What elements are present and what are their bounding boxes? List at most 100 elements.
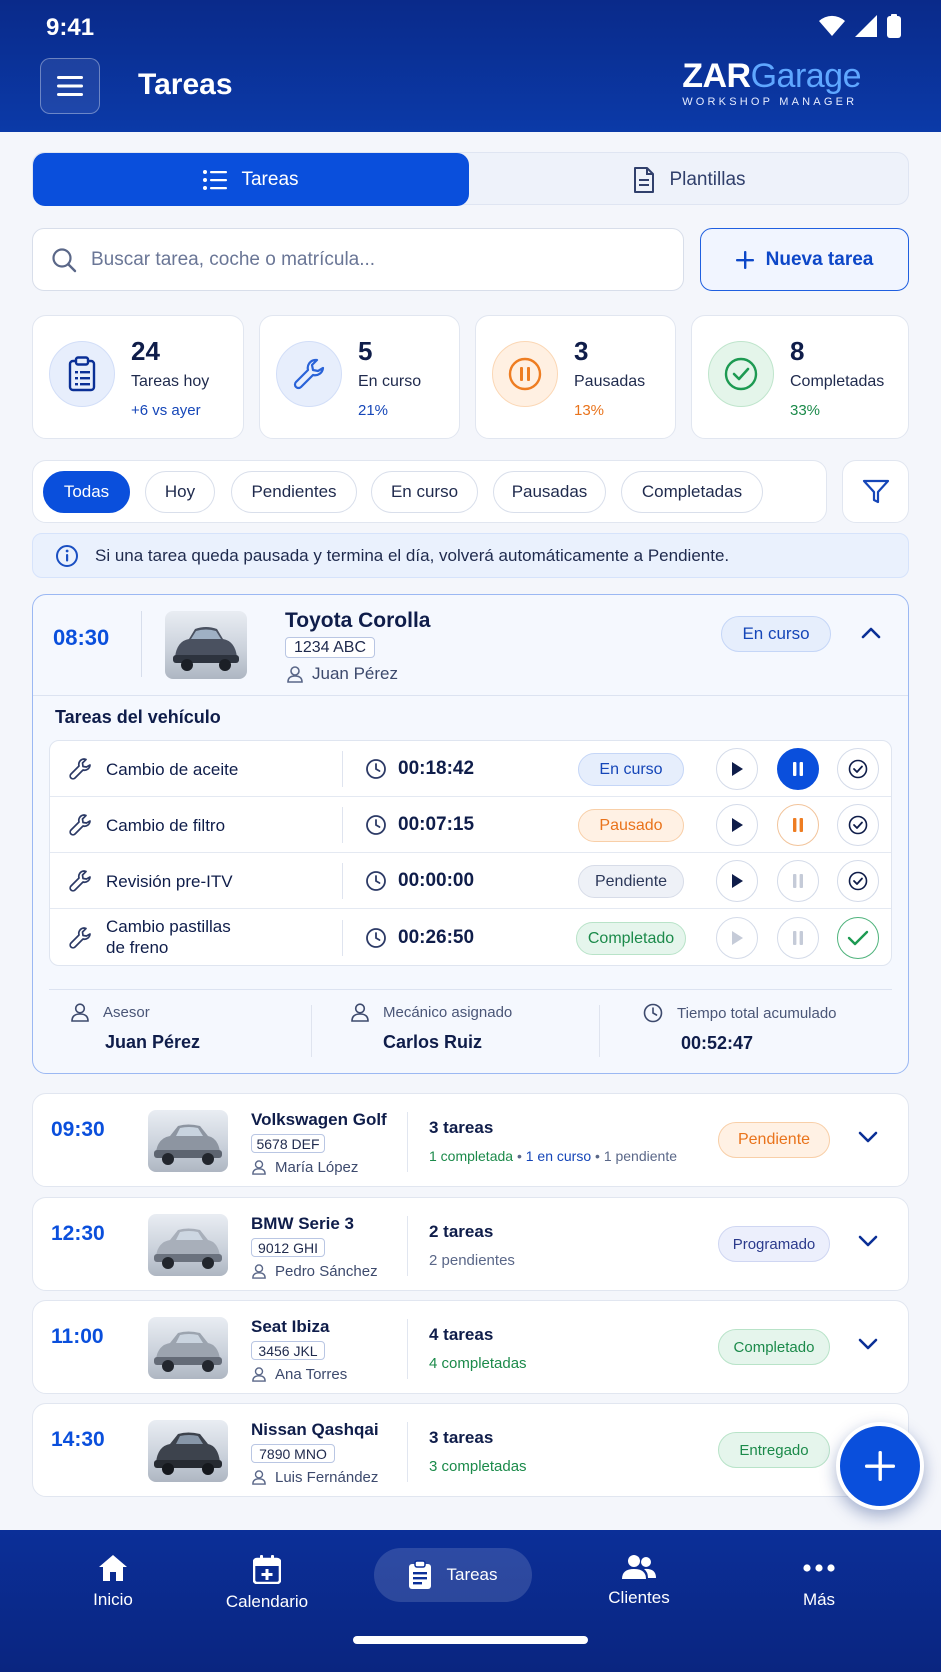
- advisor-label: Asesor: [103, 1004, 150, 1021]
- chip-todas[interactable]: Todas: [43, 471, 130, 513]
- owner-name: Pedro Sánchez: [275, 1263, 378, 1280]
- pause-button[interactable]: [777, 748, 819, 790]
- search-icon: [52, 247, 77, 272]
- owner: Juan Pérez: [287, 664, 398, 684]
- mechanic-info: Mecánico asignado Carlos Ruiz: [351, 1003, 512, 1053]
- chevron-down-icon[interactable]: [858, 1337, 878, 1351]
- pause-button[interactable]: [777, 917, 819, 959]
- complete-button[interactable]: [837, 748, 879, 790]
- play-button[interactable]: [716, 748, 758, 790]
- pause-button[interactable]: [777, 860, 819, 902]
- play-button[interactable]: [716, 804, 758, 846]
- user-icon: [351, 1003, 369, 1022]
- task-name: Cambio de aceite: [106, 760, 239, 779]
- task-row: Cambio de filtro 00:07:15 Pausado: [50, 797, 891, 853]
- nav-clientes[interactable]: Clientes: [564, 1554, 714, 1608]
- tab-plantillas[interactable]: Plantillas: [469, 153, 910, 206]
- filter-button[interactable]: [842, 460, 909, 523]
- user-icon: [252, 1264, 266, 1279]
- check-circle-icon: [708, 341, 774, 407]
- divider: [49, 989, 892, 990]
- vehicle-card[interactable]: 14:30 Nissan Qashqai 7890 MNO Luis Ferná…: [32, 1403, 909, 1497]
- pause-icon: [793, 818, 803, 832]
- play-icon: [732, 874, 743, 888]
- task-timer: 00:00:00: [398, 870, 475, 891]
- task-status-badge: Pendiente: [578, 865, 684, 898]
- stat-card-in-progress[interactable]: 5 En curso 21%: [259, 315, 460, 439]
- stat-card-today[interactable]: 24 Tareas hoy +6 vs ayer: [32, 315, 244, 439]
- chip-completadas[interactable]: Completadas: [621, 471, 763, 513]
- play-button[interactable]: [716, 917, 758, 959]
- complete-button[interactable]: [837, 860, 879, 902]
- chip-pausadas[interactable]: Pausadas: [493, 471, 606, 513]
- owner-name: Luis Fernández: [275, 1469, 379, 1486]
- vehicle-card[interactable]: 11:00 Seat Ibiza 3456 JKL Ana Torres 4 t…: [32, 1300, 909, 1394]
- task-detail: 4 completadas: [429, 1355, 527, 1372]
- chip-pendientes[interactable]: Pendientes: [231, 471, 357, 513]
- pause-button[interactable]: [777, 804, 819, 846]
- license-plate: 9012 GHI: [251, 1238, 325, 1257]
- task-row: Cambio de aceite 00:18:42 En curso: [50, 741, 891, 797]
- status-badge: En curso: [721, 616, 831, 652]
- add-fab-button[interactable]: [836, 1422, 924, 1510]
- logo-subtitle: WORKSHOP MANAGER: [682, 96, 858, 108]
- chip-en-curso[interactable]: En curso: [371, 471, 478, 513]
- wrench-icon: [69, 814, 91, 836]
- mechanic-name: Carlos Ruiz: [383, 1032, 483, 1052]
- divider: [33, 695, 908, 696]
- play-button[interactable]: [716, 860, 758, 902]
- more-icon: [803, 1564, 835, 1572]
- mechanic-label: Mecánico asignado: [383, 1004, 513, 1021]
- appointment-time: 11:00: [51, 1325, 104, 1348]
- task-detail: 2 pendientes: [429, 1252, 515, 1269]
- chevron-down-icon[interactable]: [858, 1234, 878, 1248]
- view-tabs: Tareas Plantillas: [32, 152, 910, 206]
- owner: Pedro Sánchez: [252, 1263, 378, 1280]
- page-title: Tareas: [138, 68, 233, 101]
- complete-button[interactable]: [837, 917, 879, 959]
- stat-number: 3: [574, 336, 589, 366]
- chip-hoy[interactable]: Hoy: [145, 471, 215, 513]
- nav-mas[interactable]: Más: [744, 1554, 894, 1610]
- filter-chips: Todas Hoy Pendientes En curso Pausadas C…: [32, 460, 827, 523]
- menu-button[interactable]: [40, 58, 100, 114]
- info-banner: Si una tarea queda pausada y termina el …: [32, 533, 909, 578]
- task-timer: 00:18:42: [398, 758, 475, 779]
- new-task-button[interactable]: Nueva tarea: [700, 228, 909, 291]
- search-box: [32, 228, 684, 291]
- nav-calendario[interactable]: Calendario: [192, 1554, 342, 1612]
- appointment-time: 08:30: [53, 625, 110, 650]
- vehicle-card[interactable]: 12:30 BMW Serie 3 9012 GHI Pedro Sánchez…: [32, 1197, 909, 1291]
- chevron-down-icon[interactable]: [858, 1130, 878, 1144]
- appointment-time: 09:30: [51, 1118, 105, 1141]
- logo-zar: ZAR: [682, 57, 751, 95]
- stat-sub: +6 vs ayer: [131, 402, 201, 419]
- tab-tareas[interactable]: Tareas: [33, 153, 469, 206]
- nav-inicio[interactable]: Inicio: [38, 1554, 188, 1610]
- stat-card-completed[interactable]: 8 Completadas 33%: [691, 315, 909, 439]
- new-task-label: Nueva tarea: [765, 248, 874, 270]
- total-label: Tiempo total acumulado: [677, 1004, 837, 1022]
- pause-icon: [793, 762, 803, 776]
- license-plate: 3456 JKL: [251, 1341, 325, 1360]
- wrench-icon: [69, 870, 91, 892]
- appointment-time: 14:30: [51, 1428, 105, 1451]
- signal-icon: [855, 15, 877, 37]
- license-plate: 5678 DEF: [251, 1134, 325, 1153]
- vehicle-card[interactable]: 09:30 Volkswagen Golf 5678 DEF María Lóp…: [32, 1093, 909, 1187]
- owner-name: Juan Pérez: [312, 664, 398, 683]
- plus-icon: [735, 250, 754, 269]
- nav-tareas[interactable]: Tareas: [374, 1548, 532, 1602]
- check-circle-icon: [848, 815, 868, 835]
- stat-label: Pausadas: [574, 373, 646, 390]
- stat-card-paused[interactable]: 3 Pausadas 13%: [475, 315, 676, 439]
- license-plate: 1234 ABC: [285, 637, 375, 658]
- collapse-button[interactable]: [861, 625, 881, 644]
- search-input[interactable]: [91, 248, 651, 271]
- stat-label: En curso: [358, 373, 422, 390]
- wifi-icon: [819, 15, 845, 36]
- owner: María López: [252, 1159, 358, 1176]
- app-header: 9:41 Tareas ZARGarage WORKSHOP MANAGER: [0, 0, 941, 132]
- clipboard-icon: [49, 341, 115, 407]
- complete-button[interactable]: [837, 804, 879, 846]
